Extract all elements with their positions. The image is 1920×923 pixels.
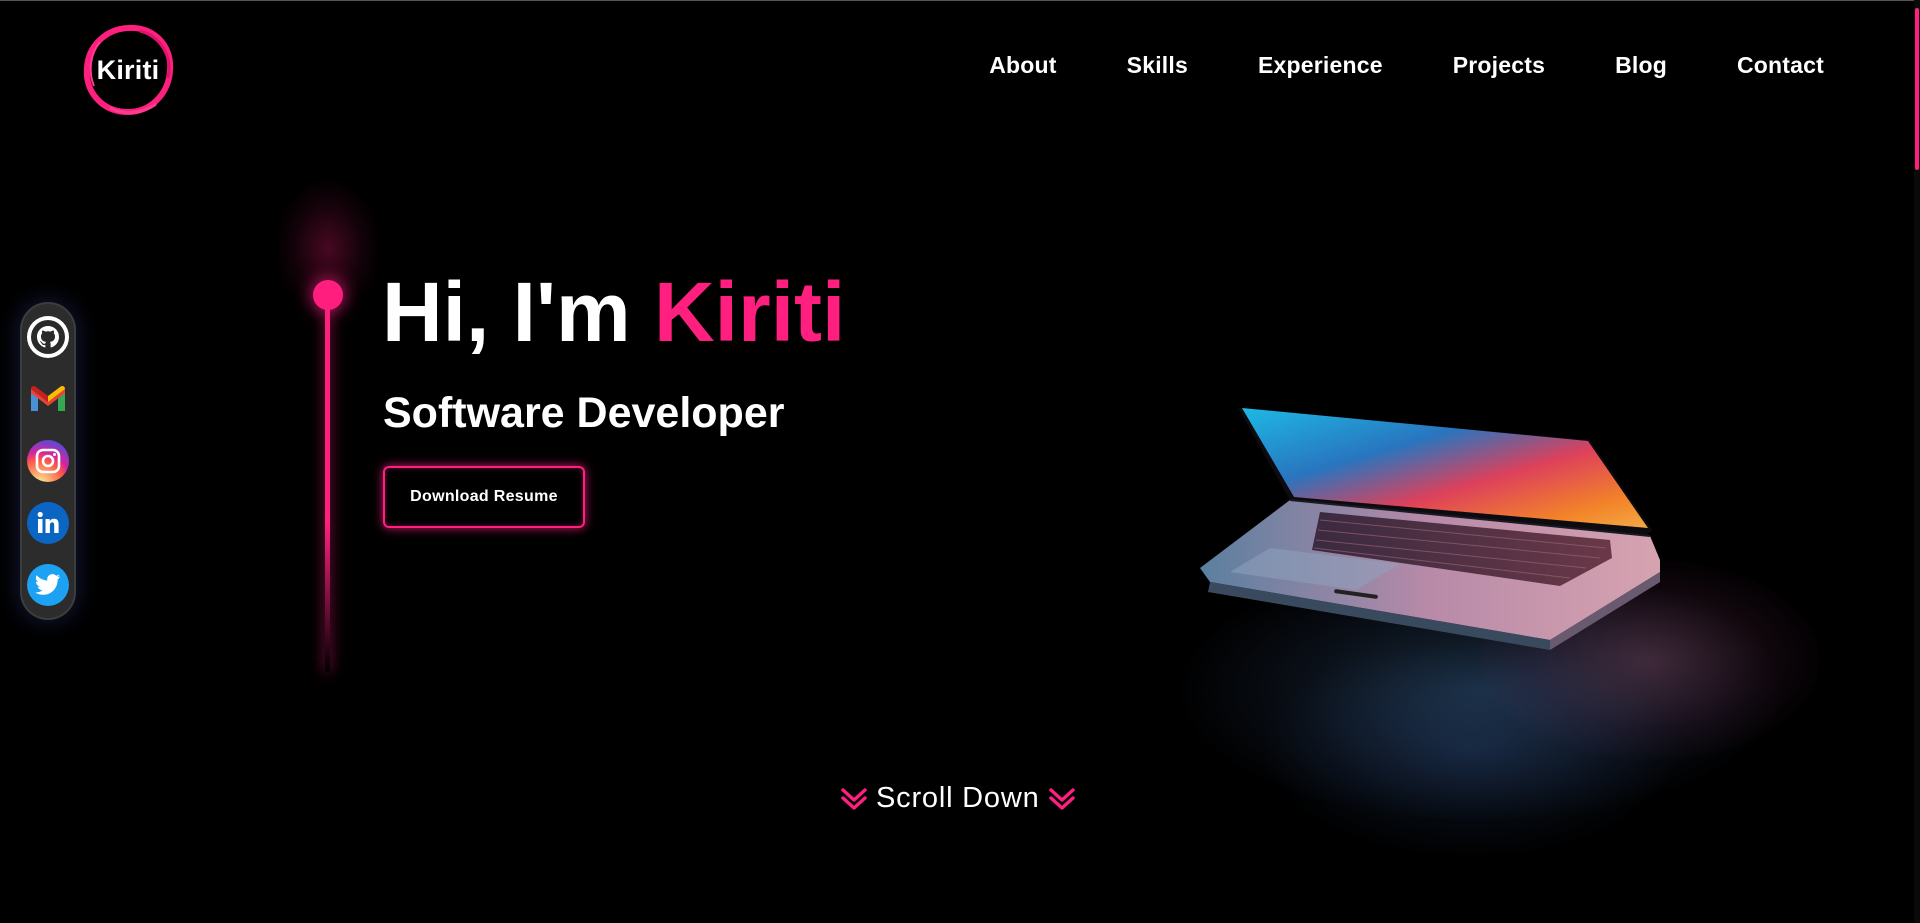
github-icon[interactable] (27, 316, 69, 358)
nav-link-skills[interactable]: Skills (1127, 52, 1188, 79)
hero-role: Software Developer (383, 389, 785, 437)
nav-link-contact[interactable]: Contact (1737, 52, 1824, 79)
double-chevron-down-icon (1048, 787, 1075, 810)
scroll-down-label: Scroll Down (876, 782, 1040, 814)
nav-link-about[interactable]: About (989, 52, 1056, 79)
nav-link-experience[interactable]: Experience (1258, 52, 1383, 79)
laptop-image (1200, 408, 1660, 650)
linkedin-icon[interactable] (27, 502, 69, 544)
hero-title: Hi, I'm Kiriti (382, 262, 845, 362)
hero-greeting: Hi, I'm (382, 265, 655, 359)
scrollbar[interactable] (1914, 0, 1920, 923)
main-nav: About Skills Experience Projects Blog Co… (989, 52, 1824, 79)
scrollbar-thumb[interactable] (1915, 8, 1919, 170)
download-resume-button[interactable]: Download Resume (383, 466, 585, 528)
scroll-down-link[interactable]: Scroll Down (840, 782, 1076, 815)
logo-text: Kiriti (96, 54, 160, 85)
nav-link-blog[interactable]: Blog (1615, 52, 1667, 79)
instagram-icon[interactable] (27, 440, 69, 482)
social-sidebar (20, 302, 76, 620)
nav-link-projects[interactable]: Projects (1453, 52, 1545, 79)
top-border (0, 0, 1920, 1)
site-logo[interactable]: Kiriti (80, 22, 176, 118)
double-chevron-down-icon (841, 787, 867, 810)
timeline-line (325, 300, 330, 672)
gmail-icon[interactable] (27, 378, 69, 420)
twitter-icon[interactable] (27, 564, 69, 606)
hero-name: Kiriti (654, 265, 846, 359)
